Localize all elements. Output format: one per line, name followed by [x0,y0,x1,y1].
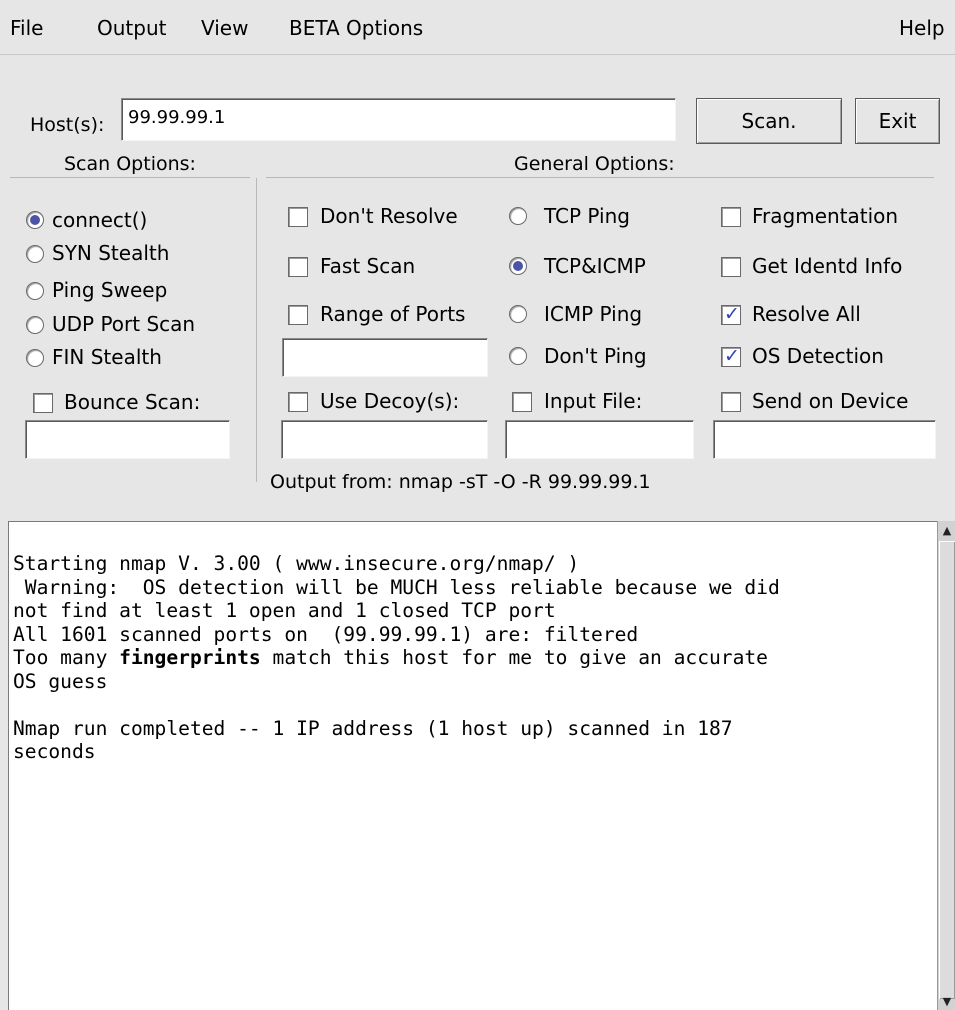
radio-fin-stealth-label: FIN Stealth [52,345,162,369]
general-options-heading: General Options: [514,153,675,175]
checkbox-fast-scan[interactable] [288,257,308,277]
menu-output[interactable]: Output [97,16,166,40]
section-separator [256,178,257,482]
radio-tcp-ping[interactable] [509,207,527,225]
use-decoys-label: Use Decoy(s): [320,389,460,413]
radio-syn-stealth[interactable] [26,245,44,263]
radio-connect[interactable] [26,211,44,229]
output-line: seconds [13,740,96,763]
output-from-label: Output from: nmap -sT -O -R 99.99.99.1 [270,471,651,493]
tcp-icmp-label: TCP&ICMP [544,254,646,278]
menu-file[interactable]: File [10,16,43,40]
output-text-segment: match this host for me to give an accura… [260,646,768,669]
checkbox-use-decoys[interactable] [288,392,308,412]
bounce-scan-label: Bounce Scan: [64,390,201,414]
range-of-ports-label: Range of Ports [320,302,466,326]
checkbox-range-of-ports[interactable] [288,305,308,325]
scan-button[interactable]: Scan. [696,98,842,144]
radio-ping-sweep-label: Ping Sweep [52,278,168,302]
dont-ping-label: Don't Ping [544,344,647,368]
resolve-all-label: Resolve All [752,302,861,326]
radio-udp-port-scan-label: UDP Port Scan [52,312,196,336]
output-line: All 1601 scanned ports on (99.99.99.1) a… [13,622,639,646]
menu-bar: File Output View BETA Options Help [0,0,955,55]
output-text-segment: Too many [13,646,120,669]
radio-syn-stealth-label: SYN Stealth [52,241,170,265]
menu-beta-options[interactable]: BETA Options [289,16,423,40]
radio-udp-port-scan[interactable] [26,316,44,334]
input-file-label: Input File: [544,389,643,413]
checkbox-dont-resolve[interactable] [288,207,308,227]
scroll-down-arrow-icon[interactable]: ▼ [940,995,954,1009]
output-line: OS guess [13,669,108,693]
output-bold-text: fingerprints [119,646,261,669]
menu-help[interactable]: Help [899,16,945,40]
checkbox-os-detection[interactable] [721,345,741,367]
use-decoys-input[interactable] [281,420,488,459]
radio-tcp-icmp[interactable] [509,257,527,275]
output-text: Starting nmap V. 3.00 ( www.insecure.org… [13,552,780,764]
checkbox-get-identd-info[interactable] [721,257,741,277]
radio-ping-sweep[interactable] [26,282,44,300]
checkbox-send-on-device[interactable] [721,392,741,412]
scrollbar-thumb[interactable] [939,541,955,999]
general-options-divider [266,177,934,178]
checkbox-resolve-all[interactable] [721,303,741,325]
output-line: Starting nmap V. 3.00 ( www.insecure.org… [13,552,580,575]
bounce-scan-input[interactable] [25,420,230,459]
output-text-area[interactable]: Starting nmap V. 3.00 ( www.insecure.org… [8,521,937,1010]
checkbox-bounce-scan[interactable] [33,393,53,413]
menu-view[interactable]: View [201,16,248,40]
output-scrollbar[interactable]: ▲ ▼ [937,521,955,1010]
send-on-device-label: Send on Device [752,389,909,413]
range-of-ports-input[interactable] [282,338,488,377]
os-detection-label: OS Detection [752,344,884,368]
output-line: Too many fingerprints match this host fo… [13,646,768,669]
scroll-up-arrow-icon[interactable]: ▲ [940,524,954,538]
radio-fin-stealth[interactable] [26,349,44,367]
host-label: Host(s): [30,114,105,136]
fragmentation-label: Fragmentation [752,204,899,228]
radio-dont-ping[interactable] [509,347,527,365]
checkbox-fragmentation[interactable] [721,207,741,227]
checkbox-input-file[interactable] [512,392,532,412]
input-file-input[interactable] [505,420,694,459]
icmp-ping-label: ICMP Ping [544,302,643,326]
tcp-ping-label: TCP Ping [544,204,630,228]
output-line: Warning: OS detection will be MUCH less … [13,575,780,599]
dont-resolve-label: Don't Resolve [320,204,458,228]
scan-options-divider [10,177,250,178]
radio-icmp-ping[interactable] [509,305,527,323]
exit-button[interactable]: Exit [855,98,940,144]
fast-scan-label: Fast Scan [320,254,416,278]
output-line: not find at least 1 open and 1 closed TC… [13,599,556,622]
get-identd-info-label: Get Identd Info [752,254,903,278]
radio-connect-label: connect() [52,208,148,232]
host-input[interactable]: 99.99.99.1 [121,98,676,141]
send-on-device-input[interactable] [713,420,936,459]
scan-options-heading: Scan Options: [64,153,196,175]
output-line: Nmap run completed -- 1 IP address (1 ho… [13,716,733,740]
